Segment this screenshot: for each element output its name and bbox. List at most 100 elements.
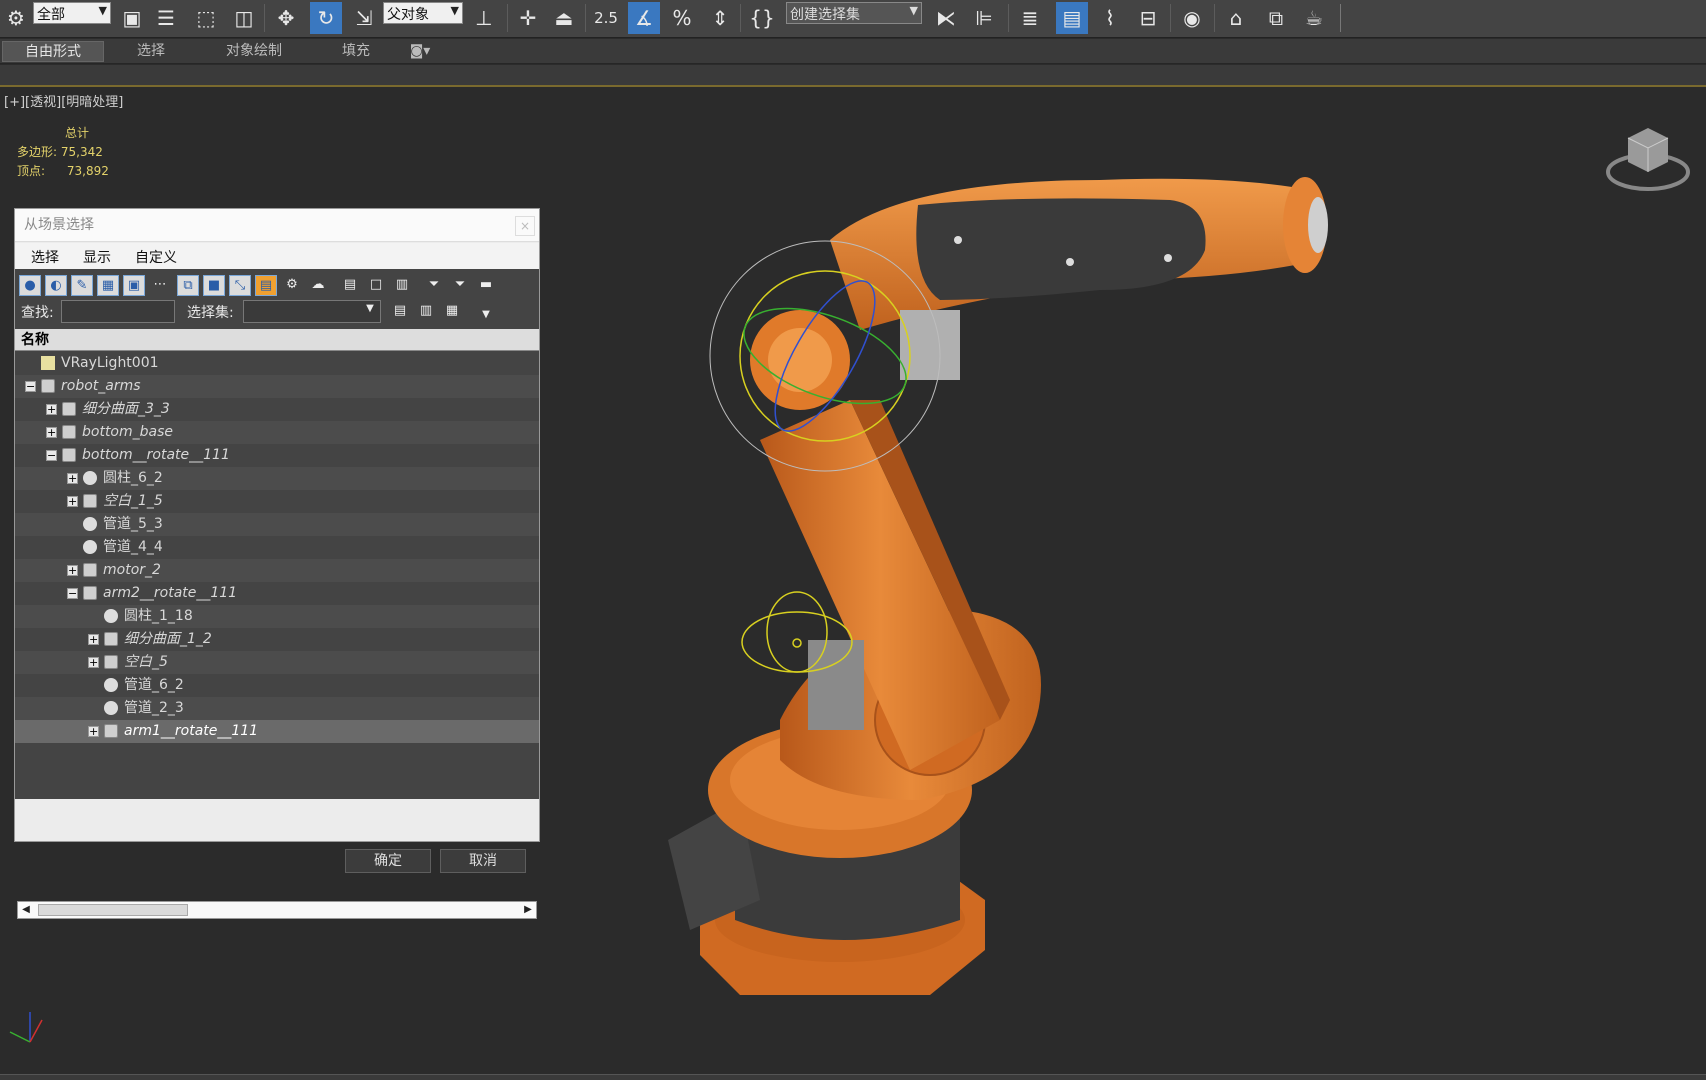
window-crossing-icon[interactable]: ◫ xyxy=(228,2,260,34)
expand-icon[interactable]: + xyxy=(46,404,57,415)
selection-set-dropdown[interactable]: ▼ xyxy=(243,300,381,323)
add-to-set-icon[interactable]: ▥ xyxy=(415,301,437,322)
cancel-button[interactable]: 取消 xyxy=(440,849,526,873)
tree-row[interactable]: VRayLight001 xyxy=(15,352,539,375)
angle-snap-icon[interactable]: ∡ xyxy=(628,2,660,34)
filter-spacewarps-icon[interactable]: ⋯ xyxy=(149,275,171,296)
curve-editor-icon[interactable]: ⌇ xyxy=(1094,2,1126,34)
expand-icon[interactable]: + xyxy=(46,427,57,438)
tree-row[interactable]: + 细分曲面_1_2 xyxy=(15,628,539,651)
menu-select[interactable]: 选择 xyxy=(31,247,59,267)
tree-row[interactable]: + 空白_1_5 xyxy=(15,490,539,513)
tree-row[interactable]: 管道_4_4 xyxy=(15,536,539,559)
find-input[interactable] xyxy=(61,300,175,323)
reference-coord-dropdown[interactable]: 父对象 ▼ xyxy=(383,2,463,24)
tree-row[interactable]: 管道_6_2 xyxy=(15,674,539,697)
more-options-icon[interactable]: ▼ xyxy=(475,305,497,326)
sync-selection-icon[interactable]: ▬ xyxy=(475,275,497,296)
percent-snap-icon[interactable]: % xyxy=(666,2,698,34)
material-editor-icon[interactable]: ◉ xyxy=(1176,2,1208,34)
rotate-icon[interactable]: ↻ xyxy=(310,2,342,34)
move-icon[interactable]: ✥ xyxy=(270,2,302,34)
tab-freeform[interactable]: 自由形式 xyxy=(2,41,104,62)
viewport-label[interactable]: [+][透视][明暗处理] xyxy=(4,91,123,110)
tab-object-paint[interactable]: 对象绘制 xyxy=(210,41,298,62)
close-icon[interactable]: × xyxy=(515,216,535,236)
filter-lights-icon[interactable]: ✎ xyxy=(71,275,93,296)
ribbon-options-icon[interactable]: ◙▾ xyxy=(402,41,438,62)
expand-icon[interactable]: + xyxy=(67,565,78,576)
advanced-filter-icon[interactable]: ⏷ xyxy=(449,275,471,296)
schematic-view-icon[interactable]: ⊟ xyxy=(1132,2,1164,34)
tree-row[interactable]: + 空白_5 xyxy=(15,651,539,674)
menu-display[interactable]: 显示 xyxy=(83,247,111,267)
collapse-icon[interactable]: − xyxy=(67,588,78,599)
mirror-icon[interactable]: ⧔ xyxy=(930,2,962,34)
filter-groups-icon[interactable]: ⧉ xyxy=(177,275,199,296)
remove-from-set-icon[interactable]: ▦ xyxy=(441,301,463,322)
menu-customize[interactable]: 自定义 xyxy=(135,247,177,267)
layer-manager-icon[interactable]: ≣ xyxy=(1014,2,1046,34)
viewport-shading-label[interactable]: [明暗处理] xyxy=(61,95,123,110)
tree-row[interactable]: − robot_arms xyxy=(15,375,539,398)
expand-icon[interactable]: + xyxy=(88,657,99,668)
filter-helpers-icon[interactable]: ▣ xyxy=(123,275,145,296)
tab-populate[interactable]: 填充 xyxy=(324,41,388,62)
select-by-name-icon[interactable]: ☰ xyxy=(150,2,182,34)
tree-row[interactable]: 管道_5_3 xyxy=(15,513,539,536)
create-set-icon[interactable]: ▤ xyxy=(389,301,411,322)
scroll-thumb[interactable] xyxy=(38,904,188,916)
expand-icon[interactable]: + xyxy=(88,634,99,645)
spinner-snap-icon[interactable]: ⇕ xyxy=(704,2,736,34)
edit-named-sets-icon[interactable]: {} xyxy=(746,2,778,34)
filter-bones-icon[interactable]: ⤡ xyxy=(229,275,251,296)
expand-icon[interactable]: + xyxy=(67,496,78,507)
filter-containers-icon[interactable]: ▤ xyxy=(255,275,277,296)
horizontal-scrollbar[interactable]: ◀ ▶ xyxy=(17,901,537,919)
scene-explorer-icon[interactable]: ▤ xyxy=(1056,2,1088,34)
select-manipulate-icon[interactable]: ✛ xyxy=(512,2,544,34)
filter-frozen-icon[interactable]: ⚙ xyxy=(281,275,303,296)
keyboard-shortcut-icon[interactable]: ⏏ xyxy=(548,2,580,34)
viewport-menu-plus[interactable]: [+] xyxy=(4,95,25,110)
pivot-icon[interactable]: ⊥ xyxy=(468,2,500,34)
tree-row[interactable]: 管道_2_3 xyxy=(15,697,539,720)
ok-button[interactable]: 确定 xyxy=(345,849,431,873)
select-invert-icon[interactable]: ▥ xyxy=(391,275,413,296)
align-icon[interactable]: ⊫ xyxy=(968,2,1000,34)
select-none-icon[interactable]: □ xyxy=(365,275,387,296)
column-header-name[interactable]: 名称 xyxy=(15,329,539,351)
tree-row[interactable]: + 细分曲面_3_3 xyxy=(15,398,539,421)
rect-selection-icon[interactable]: ⬚ xyxy=(190,2,222,34)
select-all-icon[interactable]: ▤ xyxy=(339,275,361,296)
selection-filter-dropdown[interactable]: 全部 ▼ xyxy=(33,2,111,24)
tab-selection[interactable]: 选择 xyxy=(118,41,184,62)
named-selection-dropdown[interactable]: 创建选择集 ▼ xyxy=(786,2,922,24)
scale-icon[interactable]: ⇲ xyxy=(348,2,380,34)
viewport-view-label[interactable]: [透视] xyxy=(25,95,61,110)
filter-icon[interactable]: ⏷ xyxy=(423,275,445,296)
dialog-title[interactable]: 从场景选择 xyxy=(15,209,539,242)
tree-row[interactable]: + arm1__rotate__111 xyxy=(15,720,539,743)
select-object-icon[interactable]: ▣ xyxy=(116,2,148,34)
tree-row[interactable]: 圆柱_1_18 xyxy=(15,605,539,628)
filter-geometry-icon[interactable]: ● xyxy=(19,275,41,296)
tree-row[interactable]: + 圆柱_6_2 xyxy=(15,467,539,490)
collapse-icon[interactable]: − xyxy=(25,381,36,392)
collapse-icon[interactable]: − xyxy=(46,450,57,461)
tree-row[interactable]: − bottom__rotate__111 xyxy=(15,444,539,467)
expand-icon[interactable]: + xyxy=(88,726,99,737)
layers-icon[interactable]: ⚙ xyxy=(0,2,32,34)
scroll-right-icon[interactable]: ▶ xyxy=(520,902,536,918)
filter-shapes-icon[interactable]: ◐ xyxy=(45,275,67,296)
tree-row[interactable]: + motor_2 xyxy=(15,559,539,582)
render-teapot-icon[interactable]: ☕ xyxy=(1298,2,1330,34)
tree-row[interactable]: + bottom_base xyxy=(15,421,539,444)
filter-cameras-icon[interactable]: ▦ xyxy=(97,275,119,296)
rendered-frame-icon[interactable]: ⧉ xyxy=(1260,2,1292,34)
filter-xrefs-icon[interactable]: ■ xyxy=(203,275,225,296)
render-setup-icon[interactable]: ⌂ xyxy=(1220,2,1252,34)
scroll-left-icon[interactable]: ◀ xyxy=(18,902,34,918)
expand-icon[interactable]: + xyxy=(67,473,78,484)
snap-2-5d-icon[interactable]: 2.5 xyxy=(590,2,622,34)
